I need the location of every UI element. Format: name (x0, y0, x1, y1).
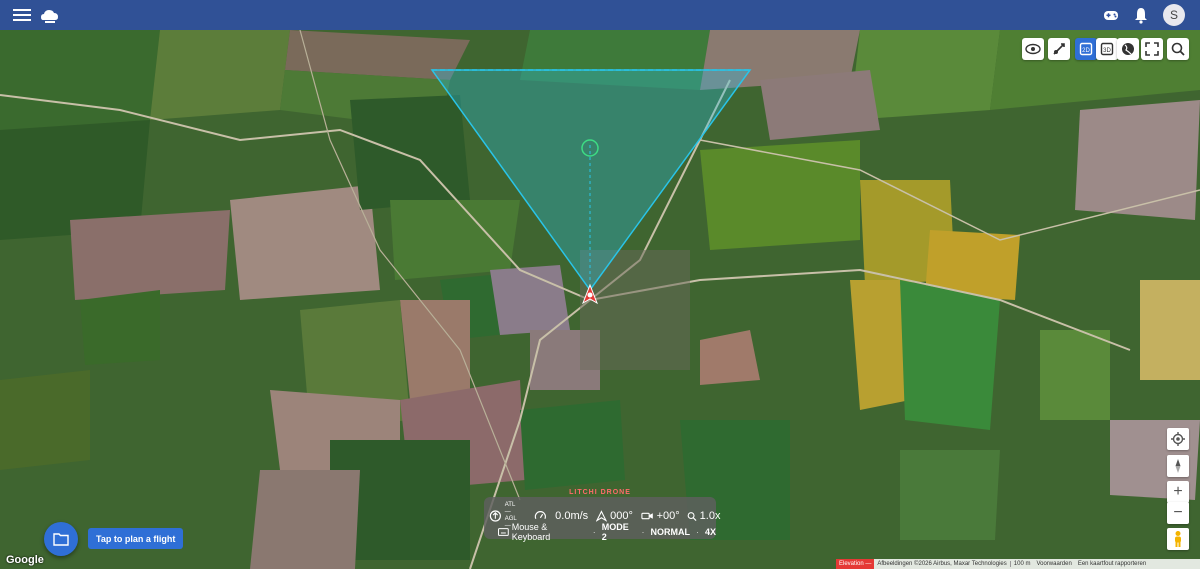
zoom-out-button[interactable]: − (1167, 502, 1189, 524)
folder-icon (53, 533, 69, 546)
control-mode[interactable]: MODE 2 (602, 522, 636, 542)
heading-icon (596, 510, 608, 522)
fullscreen-icon[interactable] (1141, 38, 1163, 60)
pegman-icon[interactable] (1167, 528, 1189, 550)
globe-icon[interactable] (1117, 38, 1139, 60)
view-2d-icon[interactable]: 2D (1075, 38, 1097, 60)
zoom-value: 1.0x (699, 510, 721, 522)
drone-flight-icon[interactable] (1048, 38, 1070, 60)
app-bar: S (0, 0, 1200, 30)
satellite-map[interactable] (0, 0, 1200, 569)
speed-gauge-icon (535, 511, 547, 519)
avatar[interactable]: S (1163, 4, 1185, 26)
altitude-icon (489, 510, 501, 522)
svg-text:2D: 2D (1082, 48, 1090, 54)
scale-bar: 100 m (1009, 561, 1034, 567)
map-imagery (0, 0, 1200, 569)
keyboard-icon (498, 528, 509, 536)
report-link[interactable]: Een kaartfout rapporteren (1075, 561, 1149, 567)
gamepad-icon[interactable] (1102, 6, 1120, 24)
telemetry-panel: LITCHI DRONE ATL — AGL — 0.0m/s 000° +00… (484, 489, 720, 542)
attribution-bar: Elevation — Afbeeldingen ©2026 Airbus, M… (836, 559, 1200, 569)
plan-flight-tooltip[interactable]: Tap to plan a flight (88, 528, 184, 549)
terms-link[interactable]: Voorwaarden (1033, 561, 1074, 567)
bell-icon[interactable] (1132, 6, 1150, 24)
heading-value: 000° (610, 510, 633, 522)
speed-mode[interactable]: 4X (705, 527, 716, 537)
svg-text:3D: 3D (1103, 48, 1111, 54)
eye-icon[interactable] (1022, 38, 1044, 60)
input-mode[interactable]: Mouse & Keyboard (512, 522, 587, 542)
gimbal-value: +00° (656, 510, 680, 522)
zoom-icon (687, 511, 697, 521)
google-logo: Google (6, 554, 44, 566)
compass-icon[interactable] (1167, 455, 1189, 477)
crosshair-icon[interactable] (1167, 428, 1189, 450)
atl-value: — (504, 509, 511, 515)
view-3d-icon[interactable]: 3D (1096, 38, 1118, 60)
hamburger-menu-icon[interactable] (13, 7, 31, 23)
elevation-toggle[interactable]: Elevation — (836, 559, 875, 569)
plan-flight-button[interactable] (44, 522, 78, 556)
speed-value: 0.0m/s (555, 510, 589, 522)
flight-mode[interactable]: NORMAL (650, 527, 690, 537)
imagery-credit: Afbeeldingen ©2026 Airbus, Maxar Technol… (877, 561, 1007, 567)
cloud-logo-icon[interactable] (39, 4, 61, 26)
search-icon[interactable] (1167, 38, 1189, 60)
brand-label: LITCHI DRONE (569, 489, 631, 496)
zoom-in-button[interactable]: + (1167, 481, 1189, 503)
atl-label: ATL (504, 502, 516, 508)
camera-icon (641, 512, 653, 520)
